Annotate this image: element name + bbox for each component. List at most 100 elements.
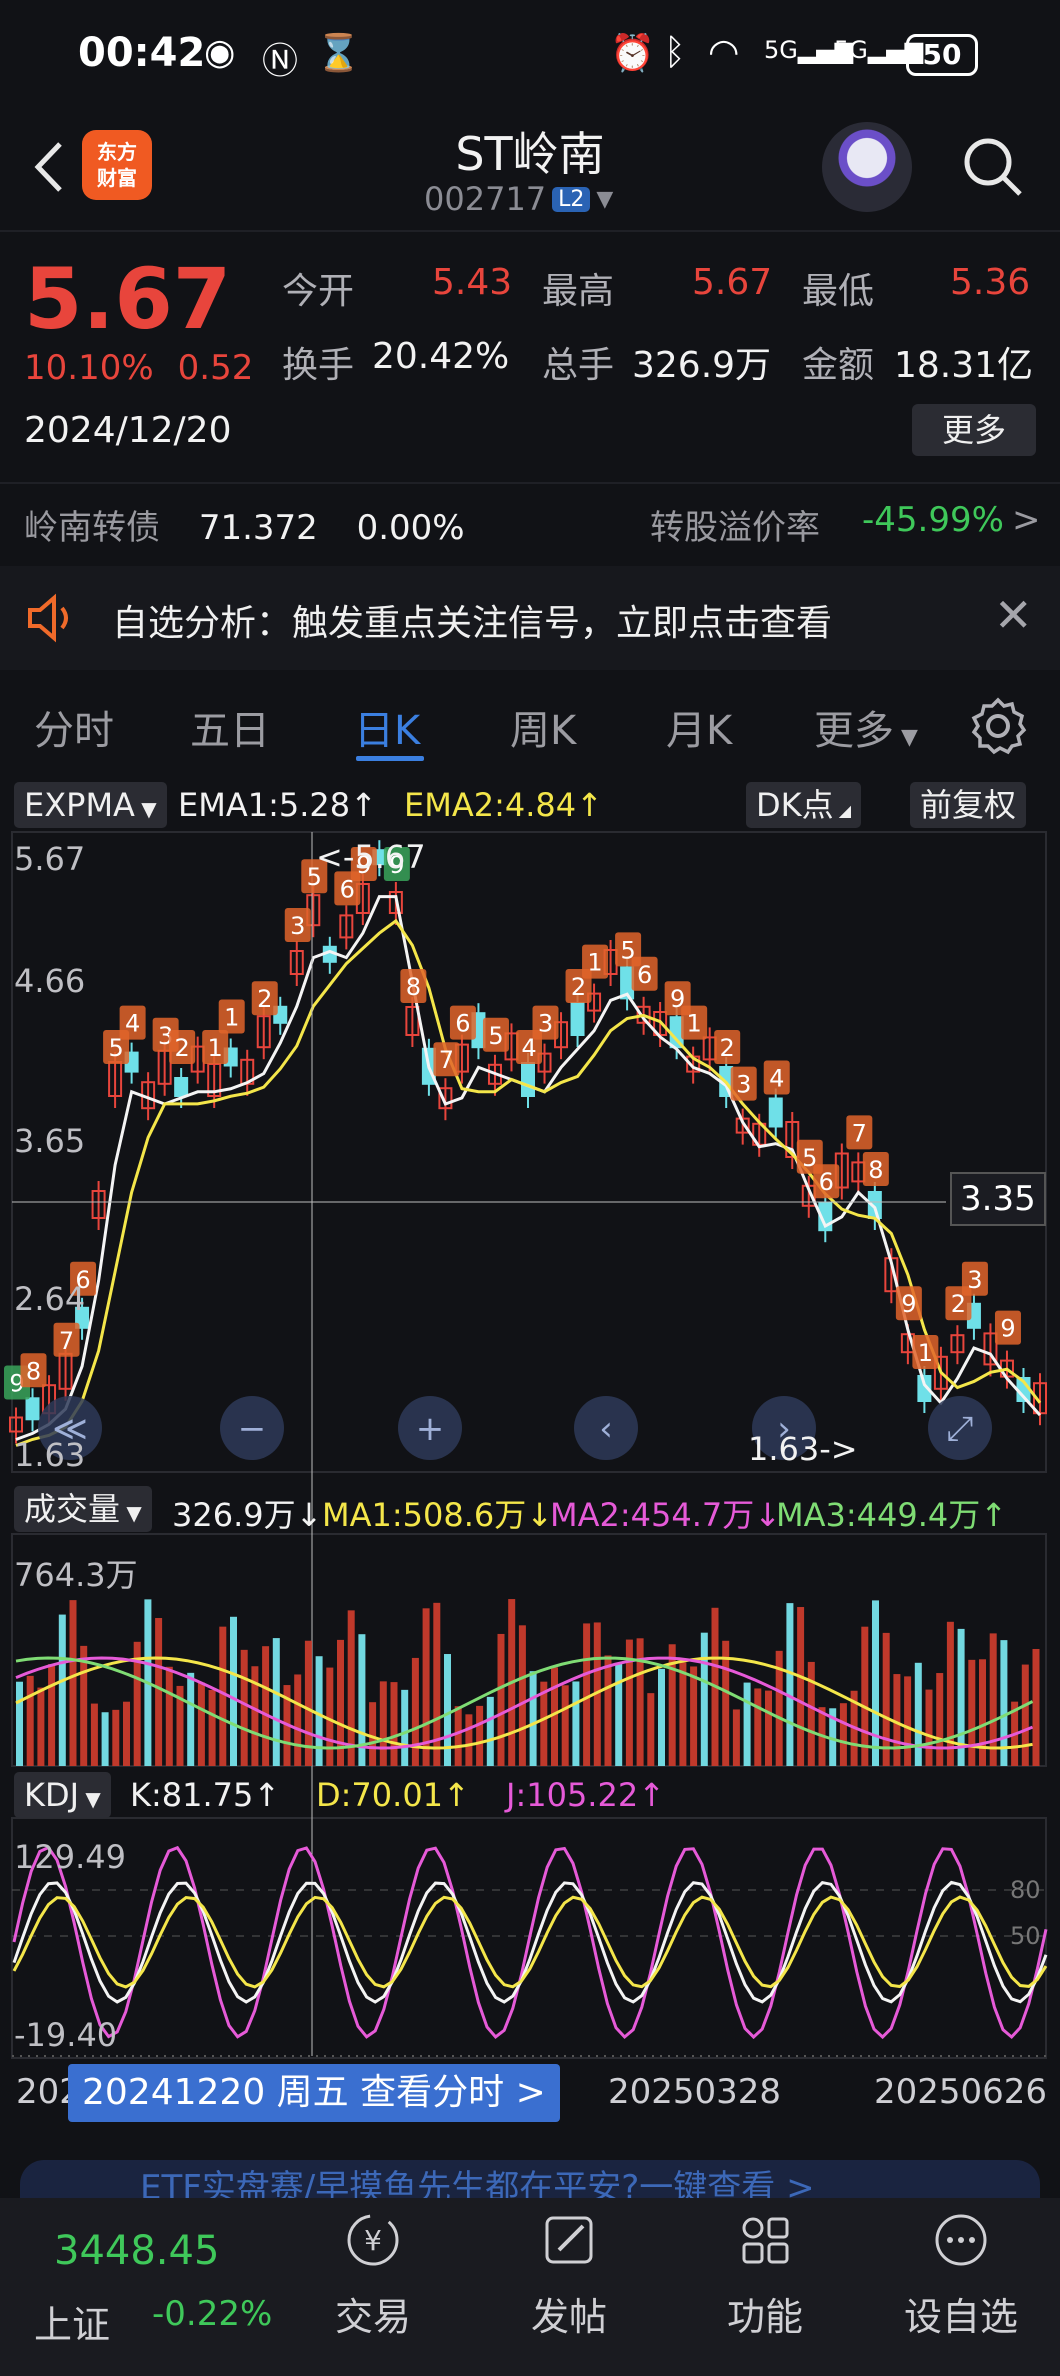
nav-trade[interactable]: ¥ 交易 — [308, 2208, 438, 2341]
volume-bar — [272, 1638, 280, 1766]
td-mark-label: 7 — [852, 1119, 867, 1147]
index-change: -0.22% — [152, 2294, 273, 2334]
volume-bar — [882, 1632, 890, 1766]
cb-price: 71.372 — [198, 508, 318, 548]
back-arrow-icon[interactable] — [22, 132, 82, 202]
yuan-icon: ¥ — [347, 2214, 399, 2266]
ma2-legend: MA2:454.7万↓ — [550, 1496, 782, 1534]
volume-bar — [240, 1649, 248, 1766]
chevron-down-icon: ▼ — [120, 1501, 142, 1525]
gear-icon[interactable] — [966, 694, 1030, 758]
speaker-icon — [28, 593, 68, 643]
td-mark-label: 3 — [736, 1071, 751, 1099]
close-icon[interactable]: ✕ — [994, 588, 1033, 642]
kline-svg[interactable]: 9 87654 3 2 11235 69 9876 5 4321 569123 4567891239… — [0, 772, 1060, 2142]
indicator-select-kdj[interactable]: KDJ ▼ — [14, 1772, 111, 1818]
level-badge: L2 — [552, 186, 591, 212]
td-mark-label: 3 — [538, 1010, 553, 1038]
nav-functions[interactable]: 功能 — [700, 2208, 830, 2341]
volume-bar — [1021, 1664, 1029, 1766]
kline-chart-area[interactable]: 9876543211235699876543215691234567891239… — [0, 772, 1060, 2142]
axis-label: 3.65 — [14, 1122, 86, 1160]
volume-bar — [112, 1709, 120, 1766]
volume-bar — [968, 1659, 976, 1766]
td-mark-label: 1 — [587, 949, 602, 977]
td-mark-label: 1 — [224, 1004, 239, 1032]
alarm-icon: ⏰ — [610, 33, 655, 74]
volume-bar — [518, 1625, 526, 1766]
main-panel-frame — [11, 831, 1047, 1473]
td-mark-label: 2 — [257, 985, 272, 1013]
premium-value: -45.99% — [862, 500, 1004, 540]
index-value[interactable]: 3448.45 — [54, 2228, 219, 2274]
volume-bar — [583, 1623, 591, 1766]
chevron-down-icon: ▼ — [134, 797, 157, 821]
tab-weekly-k[interactable]: 周K — [510, 698, 576, 756]
nav-post[interactable]: 发帖 — [504, 2208, 634, 2341]
grid-icon — [742, 2217, 789, 2264]
svg-text:¥: ¥ — [364, 2224, 382, 2257]
notice-bar[interactable]: 自选分析：触发重点关注信号，立即点击查看 ✕ — [0, 566, 1060, 670]
volume-bar — [786, 1603, 794, 1766]
low-marker: 1.63-> — [748, 1430, 858, 1468]
open-label: 今开 — [282, 271, 355, 312]
search-icon[interactable] — [958, 132, 1028, 202]
nav-add-watchlist[interactable]: 设自选 — [896, 2208, 1026, 2341]
td-mark-label: 6 — [819, 1168, 834, 1196]
more-button[interactable]: 更多 — [912, 404, 1036, 456]
edit-icon — [545, 2216, 593, 2264]
td-mark-label: 4 — [769, 1065, 784, 1093]
td-mark-label: 4 — [125, 1010, 140, 1038]
convertible-bond-row[interactable]: 岭南转债 71.372 0.00% 转股溢价率 -45.99% > — [24, 500, 1041, 549]
nfc-icon: Ⓝ — [262, 41, 299, 82]
td-mark-label: 8 — [868, 1156, 883, 1184]
stock-code[interactable]: 002717 L2 ▼ — [424, 180, 613, 218]
tab-daily-k[interactable]: 日K — [354, 698, 420, 756]
volume-bar — [979, 1659, 986, 1766]
brand-logo[interactable]: 东方 财富 — [82, 130, 152, 200]
kdj-axis-top: 129.49 — [14, 1838, 126, 1876]
td-mark-label: 8 — [26, 1357, 41, 1385]
tab-more[interactable]: 更多 ▼ — [814, 698, 918, 756]
candle-body — [768, 1097, 783, 1128]
price-change: 10.10% 0.52 — [24, 348, 254, 388]
indicator-select-volume[interactable]: 成交量 ▼ — [14, 1486, 152, 1532]
nav-label: 发帖 — [530, 2295, 607, 2339]
volume-bar — [700, 1632, 708, 1766]
volume-bar — [636, 1638, 644, 1766]
nav-label: 设自选 — [903, 2295, 1018, 2339]
high-value: 5.67 — [692, 262, 773, 303]
volume-bar — [946, 1621, 954, 1766]
kdj-level-80: 80 — [1010, 1876, 1041, 1904]
tab-intraday[interactable]: 分时 — [34, 698, 114, 756]
date-tick-end: 20250626 — [874, 2072, 1048, 2112]
adjust-mode-button[interactable]: 前复权 — [910, 782, 1027, 828]
chart-control-glyph: − — [238, 1409, 267, 1449]
volume-bar — [26, 1675, 34, 1766]
volume-bar — [476, 1705, 484, 1766]
volume-bar — [101, 1712, 109, 1766]
eye-icon: ◉ — [204, 32, 236, 73]
volume-bar — [465, 1714, 473, 1766]
ema1-legend: EMA1:5.28↑ — [178, 786, 377, 824]
volume-bar — [90, 1703, 98, 1766]
robot-assistant-icon[interactable] — [822, 122, 912, 212]
volume-bar — [123, 1701, 130, 1766]
indicator-select-expma[interactable]: EXPMA ▼ — [14, 782, 167, 828]
bluetooth-icon: ᛒ — [664, 32, 686, 73]
td-mark-label: 7 — [439, 1046, 454, 1074]
candle-body — [570, 1002, 585, 1036]
volume-bar — [529, 1671, 537, 1766]
index-name[interactable]: 上证 — [34, 2294, 110, 2349]
volume-label: 总手 — [542, 345, 615, 386]
tab-monthly-k[interactable]: 月K — [666, 698, 732, 756]
volume-bar — [658, 1668, 665, 1766]
dk-point-button[interactable]: DK点 ◢ — [746, 782, 862, 828]
volume-bar — [187, 1672, 195, 1766]
td-mark-label: 6 — [637, 961, 652, 989]
amount-value: 18.31亿 — [894, 345, 1034, 386]
tab-five-day[interactable]: 五日 — [190, 698, 270, 756]
volume-bar — [294, 1674, 302, 1766]
view-intraday-banner[interactable]: 20241220 周五 查看分时 > — [68, 2064, 560, 2122]
td-mark-label: 1 — [687, 1010, 702, 1038]
